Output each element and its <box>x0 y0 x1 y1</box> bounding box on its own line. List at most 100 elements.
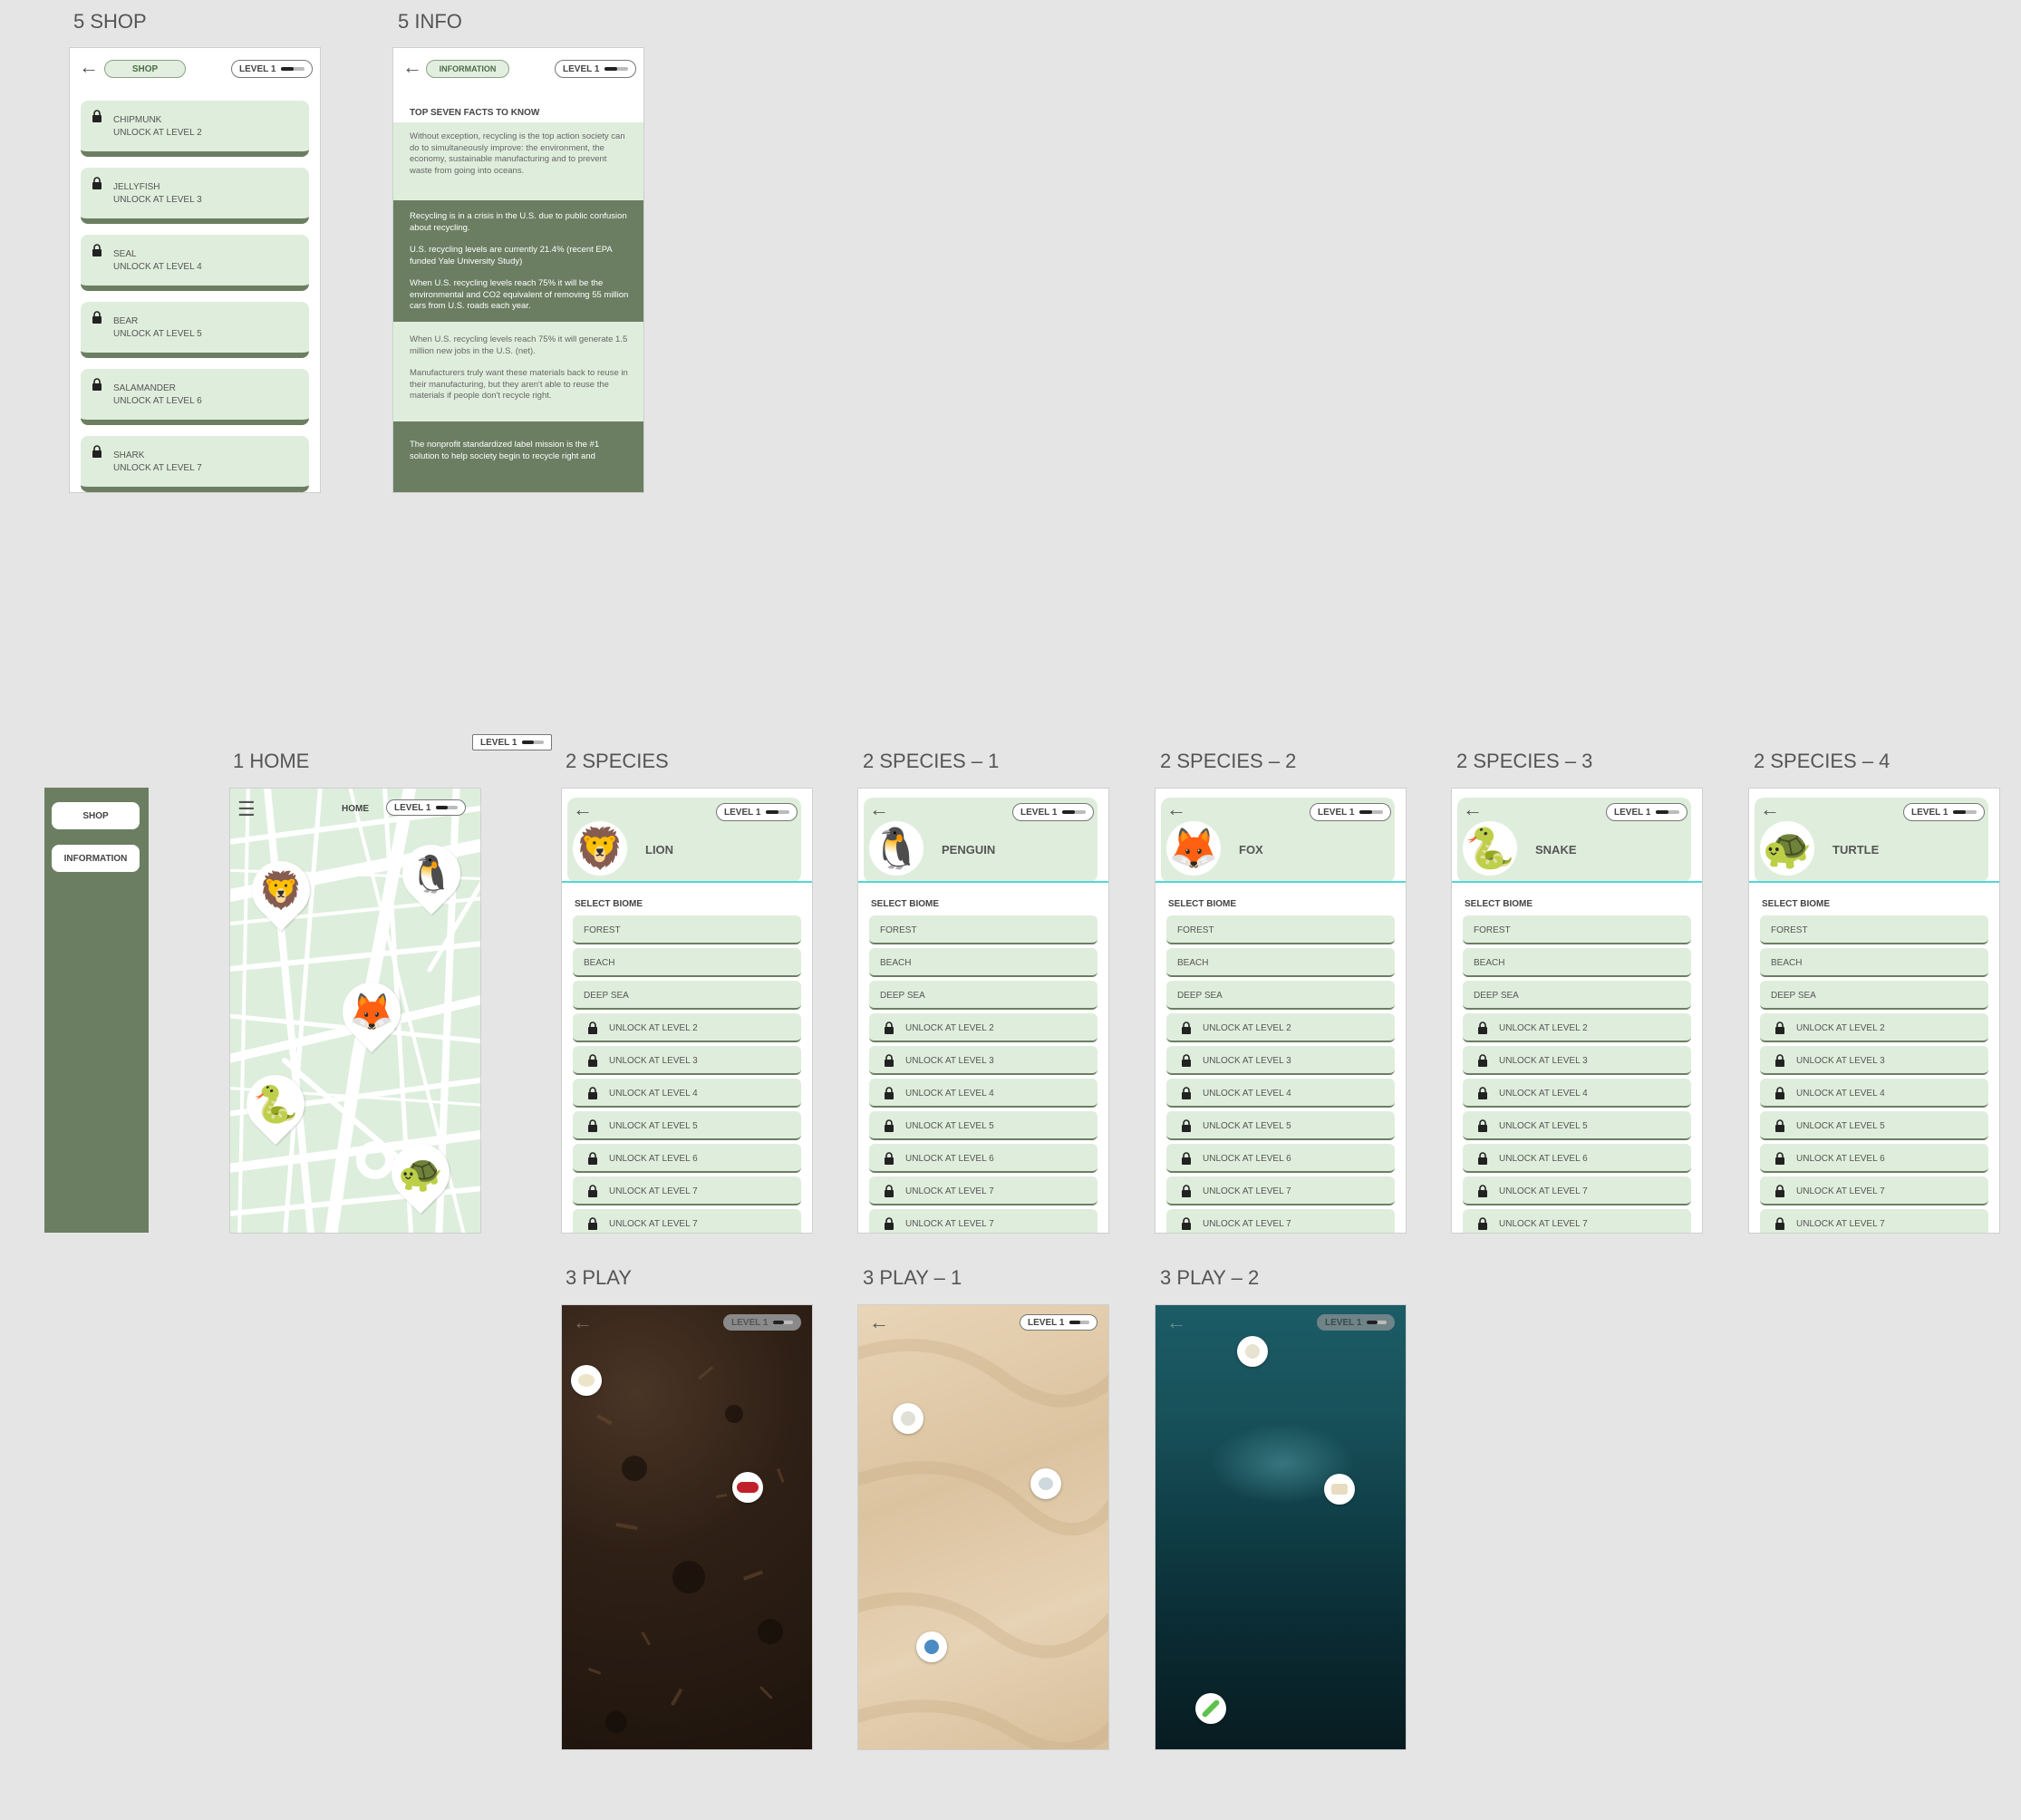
back-arrow-icon[interactable]: ← <box>402 57 422 77</box>
locked-biome-row[interactable]: UNLOCK AT LEVEL 2 <box>1166 1013 1395 1042</box>
back-arrow-icon[interactable]: ← <box>1463 799 1483 819</box>
biome-option[interactable]: BEACH <box>1166 948 1395 977</box>
level-indicator: LEVEL 1 <box>1606 803 1687 821</box>
biome-option[interactable]: DEEP SEA <box>573 981 801 1010</box>
fox-icon[interactable]: 🦊 <box>348 988 395 1035</box>
play-beach-screen: ← LEVEL 1 <box>857 1304 1109 1750</box>
locked-biome-row[interactable]: UNLOCK AT LEVEL 7 <box>1760 1209 1988 1233</box>
biome-option[interactable]: DEEP SEA <box>1463 981 1691 1010</box>
unlock-label: UNLOCK AT LEVEL 6 <box>905 1154 994 1164</box>
biome-option[interactable]: FOREST <box>869 915 1098 944</box>
biome-option[interactable]: BEACH <box>1760 948 1988 977</box>
locked-biome-row[interactable]: UNLOCK AT LEVEL 5 <box>1463 1111 1691 1140</box>
back-arrow-icon[interactable]: ← <box>79 57 99 77</box>
shop-item-card[interactable]: BEAR UNLOCK AT LEVEL 5 <box>81 302 309 358</box>
trash-item-paper[interactable] <box>571 1365 602 1396</box>
locked-biome-row[interactable]: UNLOCK AT LEVEL 4 <box>1463 1079 1691 1108</box>
biome-option[interactable]: FOREST <box>1166 915 1395 944</box>
lock-icon <box>1181 1054 1192 1067</box>
shop-item-card[interactable]: JELLYFISH UNLOCK AT LEVEL 3 <box>81 168 309 224</box>
locked-biome-row[interactable]: UNLOCK AT LEVEL 5 <box>573 1111 801 1140</box>
biome-label: FOREST <box>880 925 917 935</box>
locked-biome-row[interactable]: UNLOCK AT LEVEL 3 <box>1166 1046 1395 1075</box>
back-arrow-icon[interactable]: ← <box>573 799 593 819</box>
frame-title-species: 2 SPECIES – 2 <box>1160 750 1297 772</box>
back-arrow-icon[interactable]: ← <box>1166 799 1186 819</box>
biome-option[interactable]: DEEP SEA <box>1166 981 1395 1010</box>
biome-option[interactable]: BEACH <box>869 948 1098 977</box>
locked-biome-row[interactable]: UNLOCK AT LEVEL 7 <box>573 1176 801 1205</box>
unlock-label: UNLOCK AT LEVEL 4 <box>1796 1089 1885 1099</box>
trash-item-box[interactable] <box>1324 1474 1355 1505</box>
locked-biome-row[interactable]: UNLOCK AT LEVEL 4 <box>869 1079 1098 1108</box>
select-biome-label: SELECT BIOME <box>871 899 940 909</box>
locked-biome-row[interactable]: UNLOCK AT LEVEL 7 <box>1760 1176 1988 1205</box>
biome-option[interactable]: DEEP SEA <box>1760 981 1988 1010</box>
unlock-label: UNLOCK AT LEVEL 5 <box>1796 1121 1885 1131</box>
trash-item-cup[interactable] <box>1030 1468 1061 1499</box>
biome-option[interactable]: DEEP SEA <box>869 981 1098 1010</box>
trash-item-straw[interactable] <box>1195 1693 1226 1724</box>
menu-information-button[interactable]: INFORMATION <box>52 845 140 872</box>
locked-biome-row[interactable]: UNLOCK AT LEVEL 6 <box>869 1144 1098 1173</box>
header-divider <box>562 881 812 883</box>
locked-biome-row[interactable]: UNLOCK AT LEVEL 2 <box>869 1013 1098 1042</box>
lock-icon <box>884 1087 894 1099</box>
shop-item-card[interactable]: CHIPMUNK UNLOCK AT LEVEL 2 <box>81 101 309 157</box>
locked-biome-row[interactable]: UNLOCK AT LEVEL 7 <box>1463 1176 1691 1205</box>
locked-biome-row[interactable]: UNLOCK AT LEVEL 6 <box>1166 1144 1395 1173</box>
info-title-pill: INFORMATION <box>426 60 509 78</box>
locked-biome-row[interactable]: UNLOCK AT LEVEL 6 <box>1463 1144 1691 1173</box>
trash-item-bottle[interactable] <box>916 1631 947 1662</box>
locked-biome-row[interactable]: UNLOCK AT LEVEL 4 <box>1760 1079 1988 1108</box>
level-progress <box>766 810 789 814</box>
locked-biome-row[interactable]: UNLOCK AT LEVEL 5 <box>1760 1111 1988 1140</box>
biome-option[interactable]: BEACH <box>1463 948 1691 977</box>
penguin-icon[interactable]: 🐧 <box>408 850 455 897</box>
shop-item-card[interactable]: SEAL UNLOCK AT LEVEL 4 <box>81 235 309 291</box>
locked-biome-row[interactable]: UNLOCK AT LEVEL 3 <box>869 1046 1098 1075</box>
snake-icon[interactable]: 🐍 <box>252 1080 299 1128</box>
locked-biome-row[interactable]: UNLOCK AT LEVEL 7 <box>869 1176 1098 1205</box>
biome-option[interactable]: FOREST <box>573 915 801 944</box>
species-avatar: 🐍 <box>1463 821 1517 876</box>
locked-biome-row[interactable]: UNLOCK AT LEVEL 2 <box>1760 1013 1988 1042</box>
back-arrow-icon[interactable]: ← <box>869 799 889 819</box>
back-arrow-icon[interactable]: ← <box>1760 799 1780 819</box>
frame-title-species: 2 SPECIES <box>566 750 669 772</box>
shop-item-card[interactable]: SHARK UNLOCK AT LEVEL 7 <box>81 436 309 492</box>
locked-biome-row[interactable]: UNLOCK AT LEVEL 3 <box>1760 1046 1988 1075</box>
back-arrow-icon[interactable]: ← <box>1166 1312 1186 1332</box>
trash-item-shoe[interactable] <box>732 1472 763 1503</box>
shop-item-card[interactable]: SALAMANDER UNLOCK AT LEVEL 6 <box>81 369 309 425</box>
locked-biome-row[interactable]: UNLOCK AT LEVEL 2 <box>1463 1013 1691 1042</box>
trash-item-bag[interactable] <box>893 1403 923 1434</box>
locked-biome-row[interactable]: UNLOCK AT LEVEL 5 <box>869 1111 1098 1140</box>
menu-shop-button[interactable]: SHOP <box>52 802 140 829</box>
locked-biome-row[interactable]: UNLOCK AT LEVEL 7 <box>1463 1209 1691 1233</box>
locked-biome-row[interactable]: UNLOCK AT LEVEL 4 <box>1166 1079 1395 1108</box>
locked-biome-row[interactable]: UNLOCK AT LEVEL 7 <box>1166 1176 1395 1205</box>
locked-biome-row[interactable]: UNLOCK AT LEVEL 7 <box>573 1209 801 1233</box>
level-progress <box>1953 810 1977 814</box>
locked-biome-row[interactable]: UNLOCK AT LEVEL 2 <box>573 1013 801 1042</box>
turtle-icon[interactable]: 🐢 <box>397 1149 444 1196</box>
locked-biome-row[interactable]: UNLOCK AT LEVEL 6 <box>1760 1144 1988 1173</box>
biome-option[interactable]: BEACH <box>573 948 801 977</box>
locked-biome-row[interactable]: UNLOCK AT LEVEL 4 <box>573 1079 801 1108</box>
biome-option[interactable]: FOREST <box>1760 915 1988 944</box>
unlock-label: UNLOCK AT LEVEL 7 <box>905 1219 994 1229</box>
unlock-label: UNLOCK AT LEVEL 4 <box>609 1089 698 1099</box>
locked-biome-row[interactable]: UNLOCK AT LEVEL 3 <box>573 1046 801 1075</box>
locked-biome-row[interactable]: UNLOCK AT LEVEL 6 <box>573 1144 801 1173</box>
biome-option[interactable]: FOREST <box>1463 915 1691 944</box>
locked-biome-row[interactable]: UNLOCK AT LEVEL 7 <box>869 1209 1098 1233</box>
locked-biome-row[interactable]: UNLOCK AT LEVEL 5 <box>1166 1111 1395 1140</box>
trash-item-bag[interactable] <box>1237 1336 1268 1367</box>
locked-biome-row[interactable]: UNLOCK AT LEVEL 7 <box>1166 1209 1395 1233</box>
back-arrow-icon[interactable]: ← <box>573 1312 593 1332</box>
back-arrow-icon[interactable]: ← <box>869 1312 889 1332</box>
hamburger-menu-icon[interactable]: ☰ <box>237 799 256 819</box>
lion-icon[interactable]: 🦁 <box>257 866 305 914</box>
locked-biome-row[interactable]: UNLOCK AT LEVEL 3 <box>1463 1046 1691 1075</box>
